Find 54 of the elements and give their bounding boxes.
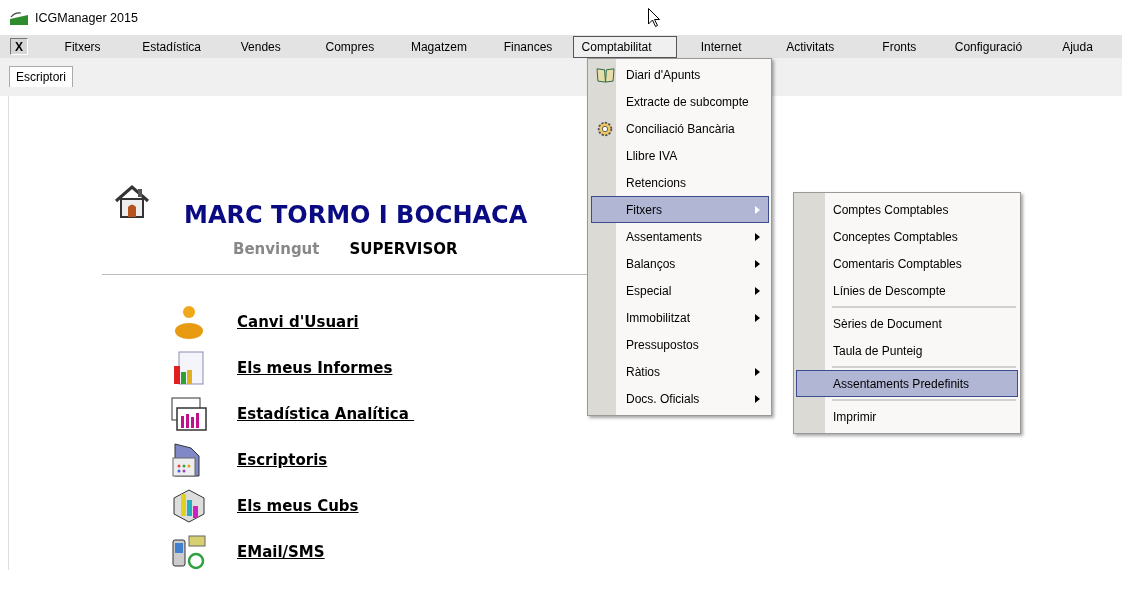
- menu-item[interactable]: Assentaments Predefinits: [796, 370, 1018, 397]
- menu-item[interactable]: Conciliació Bancària: [591, 115, 769, 142]
- tab[interactable]: Escriptori: [9, 66, 73, 87]
- menu-item[interactable]: Sèries de Document: [796, 310, 1018, 337]
- menu-item[interactable]: Estadística: [133, 35, 210, 58]
- gear-icon: [596, 119, 614, 138]
- menu-item[interactable]: Ràtios: [591, 358, 769, 385]
- close-button[interactable]: X: [10, 38, 28, 55]
- menu-item[interactable]: Extracte de subcompte: [591, 88, 769, 115]
- link[interactable]: Els meus Informes: [237, 359, 393, 377]
- menu-item[interactable]: Retencions: [591, 169, 769, 196]
- menu-item[interactable]: Comentaris Comptables: [796, 250, 1018, 277]
- link[interactable]: Escriptoris: [237, 451, 328, 469]
- link[interactable]: Canvi d'Usuari: [237, 313, 359, 331]
- link[interactable]: Els meus Cubs: [237, 497, 359, 515]
- menu-item[interactable]: Assentaments: [591, 223, 769, 250]
- menu-item[interactable]: Especial: [591, 277, 769, 304]
- menu-item[interactable]: Comptes Comptables: [796, 196, 1018, 223]
- report-icon: [171, 350, 207, 386]
- menu-item[interactable]: Fitxers: [591, 196, 769, 223]
- menu-item[interactable]: Immobilitzat: [591, 304, 769, 331]
- link[interactable]: EMail/SMS: [237, 543, 325, 561]
- email-icon: [171, 534, 207, 570]
- menu-item[interactable]: Compres: [316, 35, 384, 58]
- menu-item[interactable]: Comptabilitat: [572, 35, 677, 58]
- menu-item[interactable]: Conceptes Comptables: [796, 223, 1018, 250]
- user-name: MARC TORMO I BOCHACA: [184, 201, 528, 229]
- menu-item[interactable]: Docs. Oficials: [591, 385, 769, 412]
- menu-item[interactable]: Internet: [691, 35, 751, 58]
- menu-item[interactable]: Línies de Descompte: [796, 277, 1018, 304]
- menu-item[interactable]: Ajuda: [1053, 35, 1102, 58]
- window-title: ICGManager 2015: [35, 10, 138, 25]
- app-logo-icon: [9, 9, 29, 26]
- menu-item[interactable]: Vendes: [231, 35, 290, 58]
- chart-window-icon: [171, 396, 207, 432]
- menu-item[interactable]: Diari d'Apunts: [591, 61, 769, 88]
- menu-item[interactable]: Imprimir: [796, 403, 1018, 430]
- menu-item[interactable]: Fitxers: [55, 35, 110, 58]
- menu-item[interactable]: Configuració: [945, 35, 1032, 58]
- menu-item[interactable]: Finances: [494, 35, 562, 58]
- cursor-icon: [648, 8, 660, 27]
- menu-item[interactable]: Activitats: [777, 35, 844, 58]
- home-icon: [114, 185, 150, 219]
- menu-item[interactable]: Magatzem: [401, 35, 476, 58]
- menu-item[interactable]: Balanços: [591, 250, 769, 277]
- menu-item[interactable]: Pressupostos: [591, 331, 769, 358]
- book-icon: [595, 66, 615, 83]
- menu-item[interactable]: Fronts: [873, 35, 926, 58]
- menu-item[interactable]: Llibre IVA: [591, 142, 769, 169]
- link[interactable]: Estadística Analítica: [237, 405, 415, 423]
- menu-item[interactable]: Taula de Punteig: [796, 337, 1018, 364]
- user-role: SUPERVISOR: [349, 240, 458, 258]
- greeting: Benvingut: [233, 240, 320, 258]
- cube-chart-icon: [171, 488, 207, 524]
